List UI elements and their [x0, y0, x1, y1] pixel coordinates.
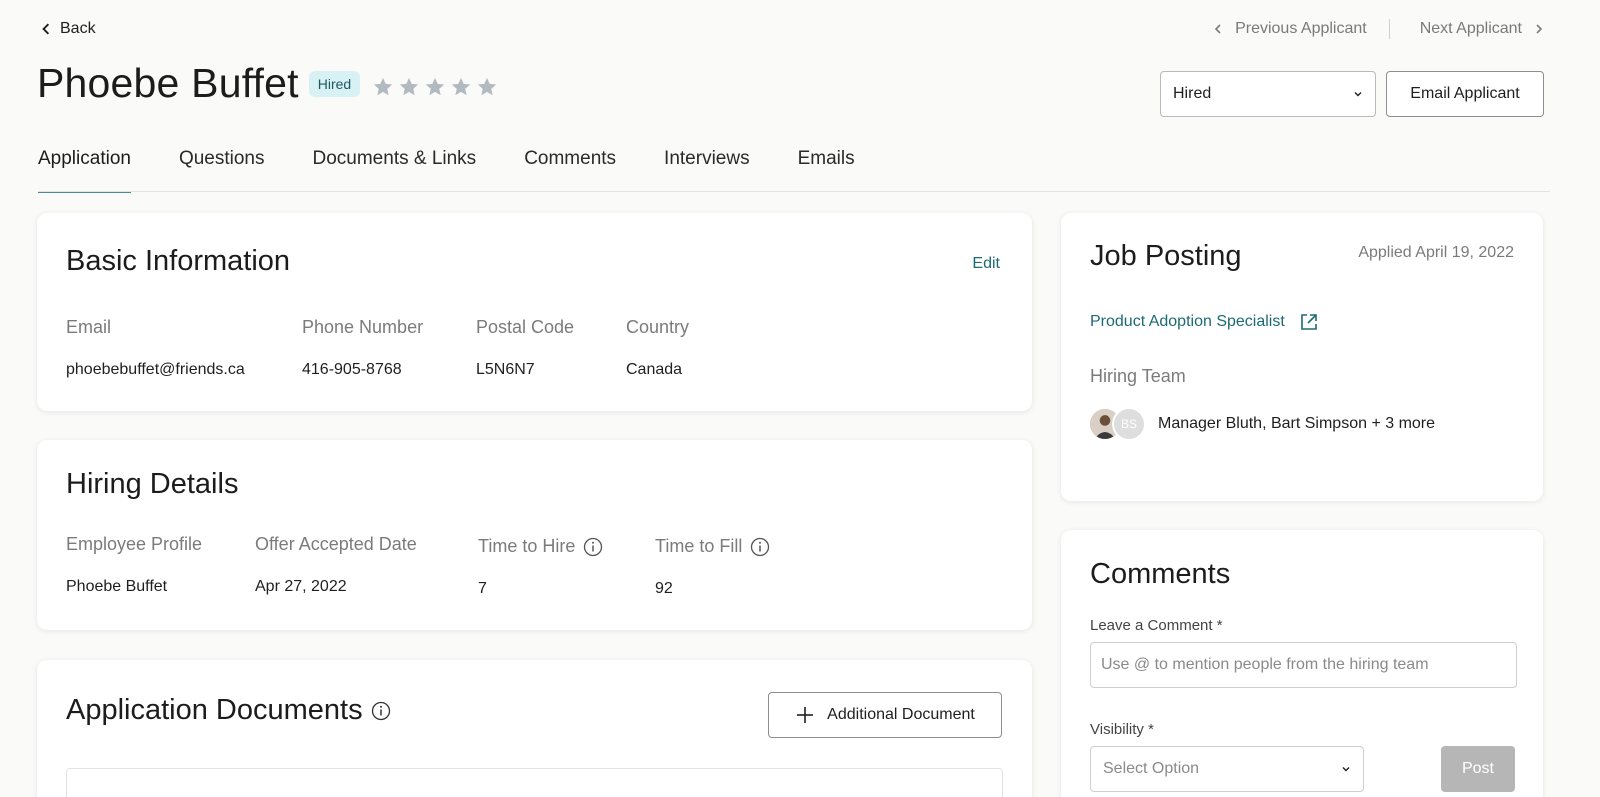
chevron-right-icon: [1536, 24, 1543, 34]
applicant-header: Phoebe Buffet Hired: [37, 60, 498, 107]
job-link-row: Product Adoption Specialist: [1090, 312, 1319, 332]
tab-bar: Application Questions Documents & Links …: [38, 148, 903, 193]
tab-application[interactable]: Application: [38, 148, 131, 193]
comment-input[interactable]: [1090, 642, 1517, 688]
chevron-left-icon: [1214, 24, 1221, 34]
tab-comments[interactable]: Comments: [524, 148, 616, 193]
comments-card: Comments Leave a Comment * Visibility * …: [1061, 530, 1543, 797]
email-label: Email: [66, 317, 112, 337]
phone-label: Phone Number: [302, 317, 424, 337]
visibility-select[interactable]: Select Option: [1090, 746, 1364, 792]
info-icon[interactable]: [371, 701, 391, 721]
hiring-team-row[interactable]: BS Manager Bluth, Bart Simpson + 3 more: [1088, 407, 1435, 441]
additional-document-button[interactable]: Additional Document: [768, 692, 1002, 738]
info-icon[interactable]: [583, 537, 603, 557]
chevron-left-icon: [42, 23, 50, 35]
employee-profile-value: Phoebe Buffet: [66, 578, 168, 595]
country-value: Canada: [626, 361, 683, 378]
job-posting-card: Job Posting Applied April 19, 2022 Produ…: [1061, 213, 1543, 501]
applicant-name: Phoebe Buffet: [37, 60, 299, 106]
country-label: Country: [626, 317, 690, 337]
plus-icon: [797, 707, 814, 723]
tab-divider: [38, 191, 1550, 192]
document-list: [66, 768, 1003, 797]
comments-title: Comments: [1090, 558, 1231, 590]
star-rating[interactable]: [372, 76, 498, 98]
basic-information-title: Basic Information: [66, 245, 291, 277]
previous-applicant-label: Previous Applicant: [1235, 20, 1367, 37]
hiring-details-title: Hiring Details: [66, 468, 239, 500]
hiring-details-card: Hiring Details Employee Profile Phoebe B…: [37, 440, 1032, 630]
basic-information-card: Basic Information Edit Email phoebebuffe…: [37, 213, 1032, 411]
employee-profile-label: Employee Profile: [66, 534, 203, 554]
previous-applicant-button[interactable]: Previous Applicant: [1213, 20, 1367, 38]
info-icon[interactable]: [750, 537, 770, 557]
postal-code-label: Postal Code: [476, 317, 575, 337]
star-icon[interactable]: [398, 76, 420, 98]
star-icon[interactable]: [372, 76, 394, 98]
time-to-fill-label: Time to Fill: [655, 536, 770, 557]
back-label: Back: [60, 20, 96, 37]
visibility-select-value: Select Option: [1103, 760, 1200, 777]
email-applicant-button[interactable]: Email Applicant: [1386, 71, 1544, 117]
hiring-team-label: Hiring Team: [1090, 366, 1186, 386]
star-icon[interactable]: [424, 76, 446, 98]
post-button[interactable]: Post: [1441, 746, 1515, 792]
status-select[interactable]: Hired: [1160, 71, 1376, 117]
job-link[interactable]: Product Adoption Specialist: [1090, 313, 1285, 331]
tab-emails[interactable]: Emails: [798, 148, 855, 193]
external-link-icon[interactable]: [1299, 312, 1319, 332]
time-to-hire-label: Time to Hire: [478, 536, 603, 557]
tab-interviews[interactable]: Interviews: [664, 148, 750, 193]
application-documents-header: Application Documents: [66, 694, 391, 727]
time-to-fill-value: 92: [655, 580, 673, 597]
additional-document-label: Additional Document: [827, 706, 975, 723]
applied-date: Applied April 19, 2022: [1358, 244, 1514, 261]
nav-divider: [1388, 19, 1390, 39]
avatar: BS: [1112, 407, 1146, 441]
next-applicant-label: Next Applicant: [1419, 20, 1522, 37]
star-icon[interactable]: [476, 76, 498, 98]
next-applicant-button[interactable]: Next Applicant: [1420, 20, 1544, 38]
chevron-down-icon: [1354, 92, 1362, 97]
offer-accepted-date-label: Offer Accepted Date: [255, 534, 417, 554]
chevron-down-icon: [1342, 767, 1350, 772]
time-to-fill-text: Time to Fill: [655, 536, 743, 556]
postal-code-value: L5N6N7: [476, 361, 535, 378]
email-value: phoebebuffet@friends.ca: [66, 361, 245, 378]
status-badge: Hired: [308, 70, 361, 97]
applicant-navigation: Previous Applicant Next Applicant: [1213, 19, 1544, 39]
hiring-team-members: Manager Bluth, Bart Simpson + 3 more: [1158, 415, 1436, 432]
phone-value: 416-905-8768: [302, 361, 402, 378]
time-to-hire-text: Time to Hire: [478, 536, 576, 556]
offer-accepted-date-value: Apr 27, 2022: [255, 578, 347, 595]
edit-link[interactable]: Edit: [972, 255, 1000, 273]
status-select-value: Hired: [1173, 85, 1212, 102]
tab-questions[interactable]: Questions: [179, 148, 265, 193]
leave-comment-label: Leave a Comment *: [1090, 617, 1223, 634]
time-to-hire-value: 7: [478, 580, 487, 597]
job-posting-title: Job Posting: [1090, 240, 1242, 272]
application-documents-title: Application Documents: [66, 694, 363, 726]
tab-documents-links[interactable]: Documents & Links: [313, 148, 477, 193]
back-button[interactable]: Back: [40, 20, 96, 38]
visibility-label: Visibility *: [1090, 721, 1154, 738]
application-documents-card: Application Documents Additional Documen…: [37, 660, 1032, 797]
star-icon[interactable]: [450, 76, 472, 98]
